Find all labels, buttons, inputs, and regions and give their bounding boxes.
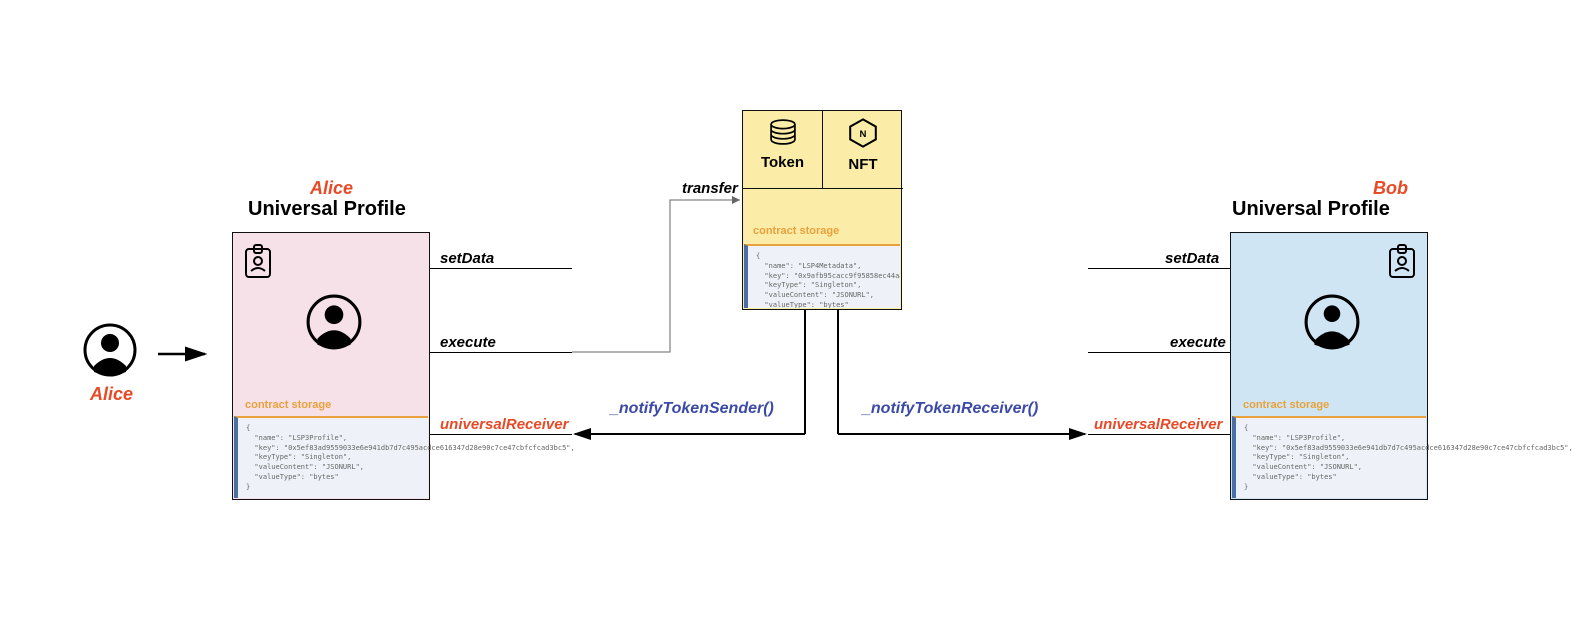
bob-code-block: { "name": "LSP3Profile", "key": "0x5ef83…	[1232, 416, 1426, 498]
alice-header-title: Universal Profile	[248, 198, 406, 221]
bob-header-name: Bob	[1348, 178, 1408, 199]
token-label: Token	[743, 154, 822, 171]
profile-badge-icon	[243, 243, 273, 284]
nft-hex-icon: N	[823, 117, 903, 154]
transfer-label: transfer	[682, 180, 738, 197]
token-storage-label: contract storage	[753, 225, 839, 237]
coins-icon	[743, 117, 822, 152]
alice-silhouette-icon	[305, 293, 363, 356]
token-code-block: { "name": "LSP4Metadata", "key": "0x9afb…	[744, 244, 900, 308]
bob-execute-label: execute	[1170, 334, 1226, 351]
bob-header-title: Universal Profile	[1232, 198, 1390, 221]
alice-setdata-label: setData	[440, 250, 494, 267]
bob-ur-label: universalReceiver	[1094, 416, 1222, 433]
diagram-canvas: Alice Alice Universal Profile Bob Univer…	[0, 0, 1589, 629]
alice-ur-label: universalReceiver	[440, 416, 568, 433]
bob-setdata-label: setData	[1165, 250, 1219, 267]
svg-text:N: N	[860, 129, 867, 140]
bob-storage-label: contract storage	[1243, 399, 1329, 411]
alice-storage-label: contract storage	[245, 399, 331, 411]
alice-name-label: Alice	[90, 384, 133, 405]
nft-label: NFT	[823, 156, 903, 173]
alice-code-block: { "name": "LSP3Profile", "key": "0x5ef83…	[234, 416, 428, 498]
bob-silhouette-icon	[1303, 293, 1361, 356]
alice-avatar-icon	[82, 322, 138, 383]
notify-receiver-label: _notifyTokenReceiver()	[862, 400, 1038, 418]
alice-execute-label: execute	[440, 334, 496, 351]
notify-sender-label: _notifyTokenSender()	[610, 400, 774, 418]
profile-badge-icon	[1387, 243, 1417, 284]
alice-header-name: Alice	[310, 178, 353, 199]
